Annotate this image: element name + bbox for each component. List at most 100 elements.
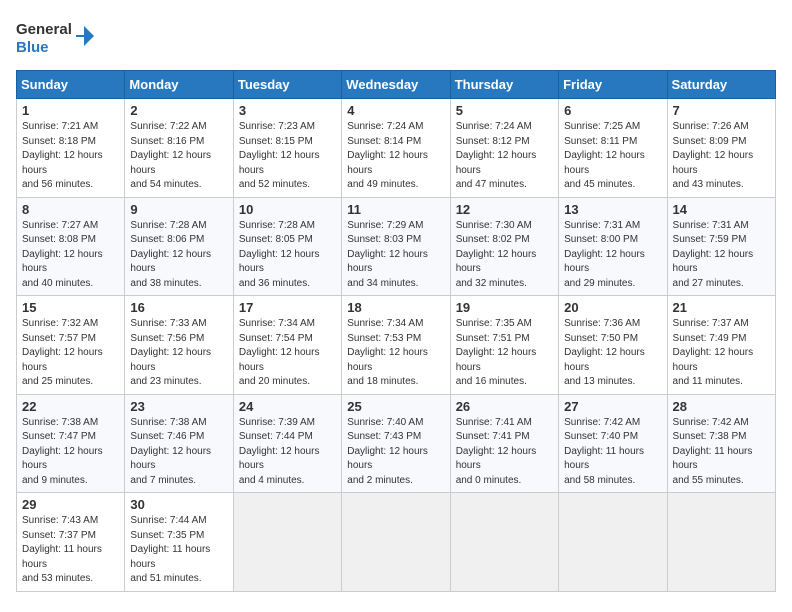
day-info: Sunrise: 7:42 AMSunset: 7:40 PMDaylight:… — [564, 416, 661, 489]
day-info: Sunrise: 7:42 AMSunset: 7:38 PMDaylight:… — [673, 416, 770, 489]
weekday-header-sunday: Sunday — [17, 71, 125, 99]
calendar-cell: 6 Sunrise: 7:25 AMSunset: 8:11 PMDayligh… — [559, 99, 667, 198]
calendar-cell: 29 Sunrise: 7:43 AMSunset: 7:37 PMDaylig… — [17, 493, 125, 592]
calendar-cell: 20 Sunrise: 7:36 AMSunset: 7:50 PMDaylig… — [559, 296, 667, 395]
day-info: Sunrise: 7:32 AMSunset: 7:57 PMDaylight:… — [22, 317, 119, 390]
day-number: 5 — [456, 103, 553, 118]
calendar-cell: 12 Sunrise: 7:30 AMSunset: 8:02 PMDaylig… — [450, 197, 558, 296]
calendar-cell: 2 Sunrise: 7:22 AMSunset: 8:16 PMDayligh… — [125, 99, 233, 198]
calendar-cell: 13 Sunrise: 7:31 AMSunset: 8:00 PMDaylig… — [559, 197, 667, 296]
day-number: 11 — [347, 202, 444, 217]
calendar-cell — [667, 493, 775, 592]
day-info: Sunrise: 7:25 AMSunset: 8:11 PMDaylight:… — [564, 120, 661, 193]
day-number: 21 — [673, 300, 770, 315]
calendar-cell: 15 Sunrise: 7:32 AMSunset: 7:57 PMDaylig… — [17, 296, 125, 395]
day-number: 19 — [456, 300, 553, 315]
day-info: Sunrise: 7:38 AMSunset: 7:46 PMDaylight:… — [130, 416, 227, 489]
calendar-cell — [233, 493, 341, 592]
day-info: Sunrise: 7:34 AMSunset: 7:54 PMDaylight:… — [239, 317, 336, 390]
calendar-cell: 9 Sunrise: 7:28 AMSunset: 8:06 PMDayligh… — [125, 197, 233, 296]
calendar-cell: 7 Sunrise: 7:26 AMSunset: 8:09 PMDayligh… — [667, 99, 775, 198]
day-info: Sunrise: 7:23 AMSunset: 8:15 PMDaylight:… — [239, 120, 336, 193]
day-info: Sunrise: 7:31 AMSunset: 7:59 PMDaylight:… — [673, 219, 770, 292]
day-info: Sunrise: 7:24 AMSunset: 8:14 PMDaylight:… — [347, 120, 444, 193]
calendar-cell: 30 Sunrise: 7:44 AMSunset: 7:35 PMDaylig… — [125, 493, 233, 592]
day-number: 6 — [564, 103, 661, 118]
calendar-cell: 1 Sunrise: 7:21 AMSunset: 8:18 PMDayligh… — [17, 99, 125, 198]
calendar-cell: 11 Sunrise: 7:29 AMSunset: 8:03 PMDaylig… — [342, 197, 450, 296]
day-number: 23 — [130, 399, 227, 414]
day-number: 7 — [673, 103, 770, 118]
day-number: 24 — [239, 399, 336, 414]
day-number: 14 — [673, 202, 770, 217]
calendar-cell: 25 Sunrise: 7:40 AMSunset: 7:43 PMDaylig… — [342, 394, 450, 493]
weekday-header-thursday: Thursday — [450, 71, 558, 99]
logo-svg: General Blue — [16, 16, 96, 58]
day-number: 20 — [564, 300, 661, 315]
day-info: Sunrise: 7:26 AMSunset: 8:09 PMDaylight:… — [673, 120, 770, 193]
day-info: Sunrise: 7:33 AMSunset: 7:56 PMDaylight:… — [130, 317, 227, 390]
day-number: 1 — [22, 103, 119, 118]
day-number: 13 — [564, 202, 661, 217]
day-info: Sunrise: 7:22 AMSunset: 8:16 PMDaylight:… — [130, 120, 227, 193]
logo: General Blue — [16, 16, 96, 58]
calendar-cell: 23 Sunrise: 7:38 AMSunset: 7:46 PMDaylig… — [125, 394, 233, 493]
day-info: Sunrise: 7:34 AMSunset: 7:53 PMDaylight:… — [347, 317, 444, 390]
calendar-cell: 18 Sunrise: 7:34 AMSunset: 7:53 PMDaylig… — [342, 296, 450, 395]
day-number: 26 — [456, 399, 553, 414]
day-info: Sunrise: 7:28 AMSunset: 8:06 PMDaylight:… — [130, 219, 227, 292]
day-info: Sunrise: 7:21 AMSunset: 8:18 PMDaylight:… — [22, 120, 119, 193]
day-info: Sunrise: 7:36 AMSunset: 7:50 PMDaylight:… — [564, 317, 661, 390]
calendar-cell — [450, 493, 558, 592]
day-info: Sunrise: 7:44 AMSunset: 7:35 PMDaylight:… — [130, 514, 227, 587]
calendar-cell: 24 Sunrise: 7:39 AMSunset: 7:44 PMDaylig… — [233, 394, 341, 493]
calendar-cell: 14 Sunrise: 7:31 AMSunset: 7:59 PMDaylig… — [667, 197, 775, 296]
calendar-cell: 8 Sunrise: 7:27 AMSunset: 8:08 PMDayligh… — [17, 197, 125, 296]
day-number: 9 — [130, 202, 227, 217]
calendar-cell: 4 Sunrise: 7:24 AMSunset: 8:14 PMDayligh… — [342, 99, 450, 198]
day-info: Sunrise: 7:29 AMSunset: 8:03 PMDaylight:… — [347, 219, 444, 292]
calendar-cell: 5 Sunrise: 7:24 AMSunset: 8:12 PMDayligh… — [450, 99, 558, 198]
day-number: 12 — [456, 202, 553, 217]
day-number: 8 — [22, 202, 119, 217]
day-info: Sunrise: 7:30 AMSunset: 8:02 PMDaylight:… — [456, 219, 553, 292]
day-info: Sunrise: 7:24 AMSunset: 8:12 PMDaylight:… — [456, 120, 553, 193]
day-info: Sunrise: 7:43 AMSunset: 7:37 PMDaylight:… — [22, 514, 119, 587]
calendar-cell: 17 Sunrise: 7:34 AMSunset: 7:54 PMDaylig… — [233, 296, 341, 395]
day-number: 16 — [130, 300, 227, 315]
day-number: 28 — [673, 399, 770, 414]
weekday-header-monday: Monday — [125, 71, 233, 99]
weekday-header-wednesday: Wednesday — [342, 71, 450, 99]
day-info: Sunrise: 7:39 AMSunset: 7:44 PMDaylight:… — [239, 416, 336, 489]
page-header: General Blue — [16, 16, 776, 58]
day-info: Sunrise: 7:37 AMSunset: 7:49 PMDaylight:… — [673, 317, 770, 390]
day-info: Sunrise: 7:38 AMSunset: 7:47 PMDaylight:… — [22, 416, 119, 489]
calendar-cell: 16 Sunrise: 7:33 AMSunset: 7:56 PMDaylig… — [125, 296, 233, 395]
calendar-week-3: 15 Sunrise: 7:32 AMSunset: 7:57 PMDaylig… — [17, 296, 776, 395]
day-info: Sunrise: 7:40 AMSunset: 7:43 PMDaylight:… — [347, 416, 444, 489]
calendar-week-1: 1 Sunrise: 7:21 AMSunset: 8:18 PMDayligh… — [17, 99, 776, 198]
calendar-cell — [559, 493, 667, 592]
day-number: 3 — [239, 103, 336, 118]
calendar-week-5: 29 Sunrise: 7:43 AMSunset: 7:37 PMDaylig… — [17, 493, 776, 592]
calendar-cell — [342, 493, 450, 592]
day-number: 10 — [239, 202, 336, 217]
day-info: Sunrise: 7:31 AMSunset: 8:00 PMDaylight:… — [564, 219, 661, 292]
calendar-week-4: 22 Sunrise: 7:38 AMSunset: 7:47 PMDaylig… — [17, 394, 776, 493]
day-number: 27 — [564, 399, 661, 414]
svg-text:Blue: Blue — [16, 39, 49, 56]
calendar-table: SundayMondayTuesdayWednesdayThursdayFrid… — [16, 70, 776, 592]
day-info: Sunrise: 7:27 AMSunset: 8:08 PMDaylight:… — [22, 219, 119, 292]
calendar-cell: 10 Sunrise: 7:28 AMSunset: 8:05 PMDaylig… — [233, 197, 341, 296]
day-number: 29 — [22, 497, 119, 512]
day-number: 15 — [22, 300, 119, 315]
calendar-cell: 22 Sunrise: 7:38 AMSunset: 7:47 PMDaylig… — [17, 394, 125, 493]
calendar-cell: 21 Sunrise: 7:37 AMSunset: 7:49 PMDaylig… — [667, 296, 775, 395]
calendar-cell: 28 Sunrise: 7:42 AMSunset: 7:38 PMDaylig… — [667, 394, 775, 493]
day-info: Sunrise: 7:41 AMSunset: 7:41 PMDaylight:… — [456, 416, 553, 489]
weekday-header-friday: Friday — [559, 71, 667, 99]
day-number: 4 — [347, 103, 444, 118]
weekday-header-tuesday: Tuesday — [233, 71, 341, 99]
weekday-header-saturday: Saturday — [667, 71, 775, 99]
day-number: 18 — [347, 300, 444, 315]
